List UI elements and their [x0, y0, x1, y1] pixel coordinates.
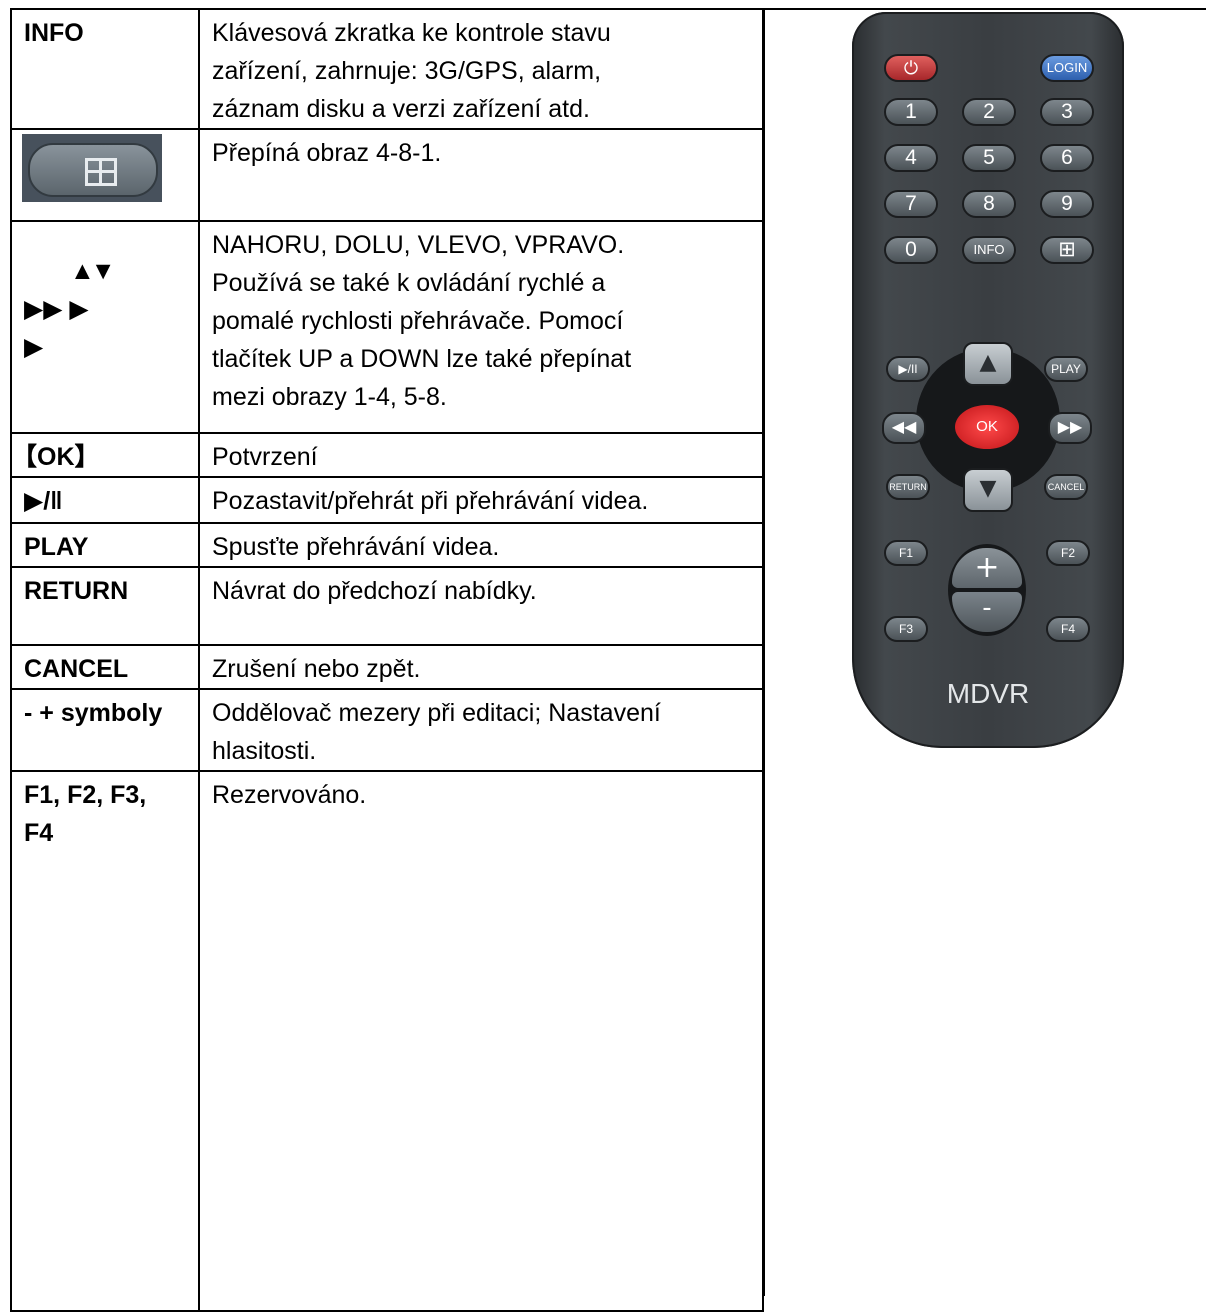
- arrow-right-icon: ▶▶ ▶: [24, 295, 89, 323]
- f3-button: F3: [884, 616, 928, 642]
- play-pause-button: ▶/II: [886, 356, 930, 382]
- desc-cell: Přepíná obraz 4-8-1.: [198, 128, 764, 222]
- num-button: 7: [884, 190, 938, 218]
- desc-line: NAHORU, DOLU, VLEVO, VPRAVO.: [212, 231, 625, 259]
- table-row: ▲▼ ▶▶ ▶ ▶ NAHORU, DOLU, VLEVO, VPRAVO. P…: [10, 220, 764, 434]
- play-button: PLAY: [1044, 356, 1088, 382]
- remote-control-image: ⏻ LOGIN 1 2 3 4 5 6 7 8 9 0 INFO ⊞ ▶/II …: [852, 12, 1124, 748]
- info-button: INFO: [962, 236, 1016, 264]
- key-line: F4: [24, 819, 54, 847]
- desc-line: Klávesová zkratka ke kontrole stavu: [212, 19, 611, 47]
- num-button: 8: [962, 190, 1016, 218]
- rewind-icon: ◀◀: [882, 412, 926, 444]
- key-cell: ▲▼ ▶▶ ▶ ▶: [10, 220, 200, 434]
- desc-cell: Návrat do předchozí nabídky.: [198, 566, 764, 646]
- desc-line: mezi obrazy 1-4, 5-8.: [212, 383, 447, 411]
- desc-cell: Pozastavit/přehrát při přehrávání videa.: [198, 476, 764, 524]
- num-button: 2: [962, 98, 1016, 126]
- table-row: F1, F2, F3, F4 Rezervováno.: [10, 770, 764, 1312]
- num-button: 6: [1040, 144, 1094, 172]
- f4-button: F4: [1046, 616, 1090, 642]
- f2-button: F2: [1046, 540, 1090, 566]
- table-row: 【OK】 Potvrzení: [10, 432, 764, 478]
- table-row: ▶/‖ Pozastavit/přehrát při přehrávání vi…: [10, 476, 764, 524]
- key-cell: 【OK】: [10, 432, 200, 478]
- desc-line: zařízení, zahrnuje: 3G/GPS, alarm,: [212, 57, 602, 85]
- arrow-right-icon: ▶: [24, 333, 44, 361]
- login-button: LOGIN: [1040, 54, 1094, 82]
- desc-line: hlasitosti.: [212, 737, 317, 765]
- key-cell: F1, F2, F3, F4: [10, 770, 200, 1312]
- key-cell: [10, 128, 200, 222]
- num-button: 1: [884, 98, 938, 126]
- desc-cell: NAHORU, DOLU, VLEVO, VPRAVO. Používá se …: [198, 220, 764, 434]
- num-button: 5: [962, 144, 1016, 172]
- grid-icon: ⊞: [1040, 236, 1094, 264]
- desc-cell: Zrušení nebo zpět.: [198, 644, 764, 690]
- desc-line: Přepíná obraz 4-8-1.: [212, 139, 442, 167]
- desc-cell: Oddělovač mezery při editaci; Nastavení …: [198, 688, 764, 772]
- desc-line: záznam disku a verzi zařízení atd.: [212, 95, 590, 123]
- desc-line: Používá se také k ovládání rychlé a: [212, 269, 606, 297]
- num-button: 4: [884, 144, 938, 172]
- key-cell: PLAY: [10, 522, 200, 568]
- ok-button: OK: [955, 405, 1019, 449]
- arrow-up-down-icon: ▲▼: [70, 257, 116, 285]
- num-button: 3: [1040, 98, 1094, 126]
- key-cell: CANCEL: [10, 644, 200, 690]
- f1-button: F1: [884, 540, 928, 566]
- desc-cell: Spusťte přehrávání videa.: [198, 522, 764, 568]
- desc-cell: Klávesová zkratka ke kontrole stavu zaří…: [198, 8, 764, 130]
- num-button: 0: [884, 236, 938, 264]
- desc-line: tlačítek UP a DOWN lze také přepínat: [212, 345, 632, 373]
- key-description-table: INFO Klávesová zkratka ke kontrole stavu…: [10, 8, 764, 1312]
- key-line: F1, F2, F3,: [24, 781, 147, 809]
- key-cell: INFO: [10, 8, 200, 130]
- desc-line: Oddělovač mezery při editaci; Nastavení: [212, 699, 661, 727]
- desc-cell: Potvrzení: [198, 432, 764, 478]
- key-cell: - + symboly: [10, 688, 200, 772]
- table-row: - + symboly Oddělovač mezery při editaci…: [10, 688, 764, 772]
- table-row: CANCEL Zrušení nebo zpět.: [10, 644, 764, 690]
- table-row: RETURN Návrat do předchozí nabídky.: [10, 566, 764, 646]
- top-border: [764, 8, 1206, 10]
- key-cell: RETURN: [10, 566, 200, 646]
- table-row: PLAY Spusťte přehrávání videa.: [10, 522, 764, 568]
- brand-label: MDVR: [946, 678, 1030, 709]
- fast-forward-icon: ▶▶: [1048, 412, 1092, 444]
- desc-cell: Rezervováno.: [198, 770, 764, 1312]
- table-row: INFO Klávesová zkratka ke kontrole stavu…: [10, 8, 764, 130]
- return-button: RETURN: [886, 474, 930, 500]
- grid-split-icon: [22, 134, 162, 202]
- cancel-button: CANCEL: [1044, 474, 1088, 500]
- num-button: 9: [1040, 190, 1094, 218]
- desc-line: pomalé rychlosti přehrávače. Pomocí: [212, 307, 624, 335]
- up-arrow-icon: ▲: [963, 342, 1013, 386]
- key-cell: ▶/‖: [10, 476, 200, 524]
- table-row: Přepíná obraz 4-8-1.: [10, 128, 764, 222]
- power-icon: ⏻: [884, 54, 938, 82]
- down-arrow-icon: ▼: [963, 468, 1013, 512]
